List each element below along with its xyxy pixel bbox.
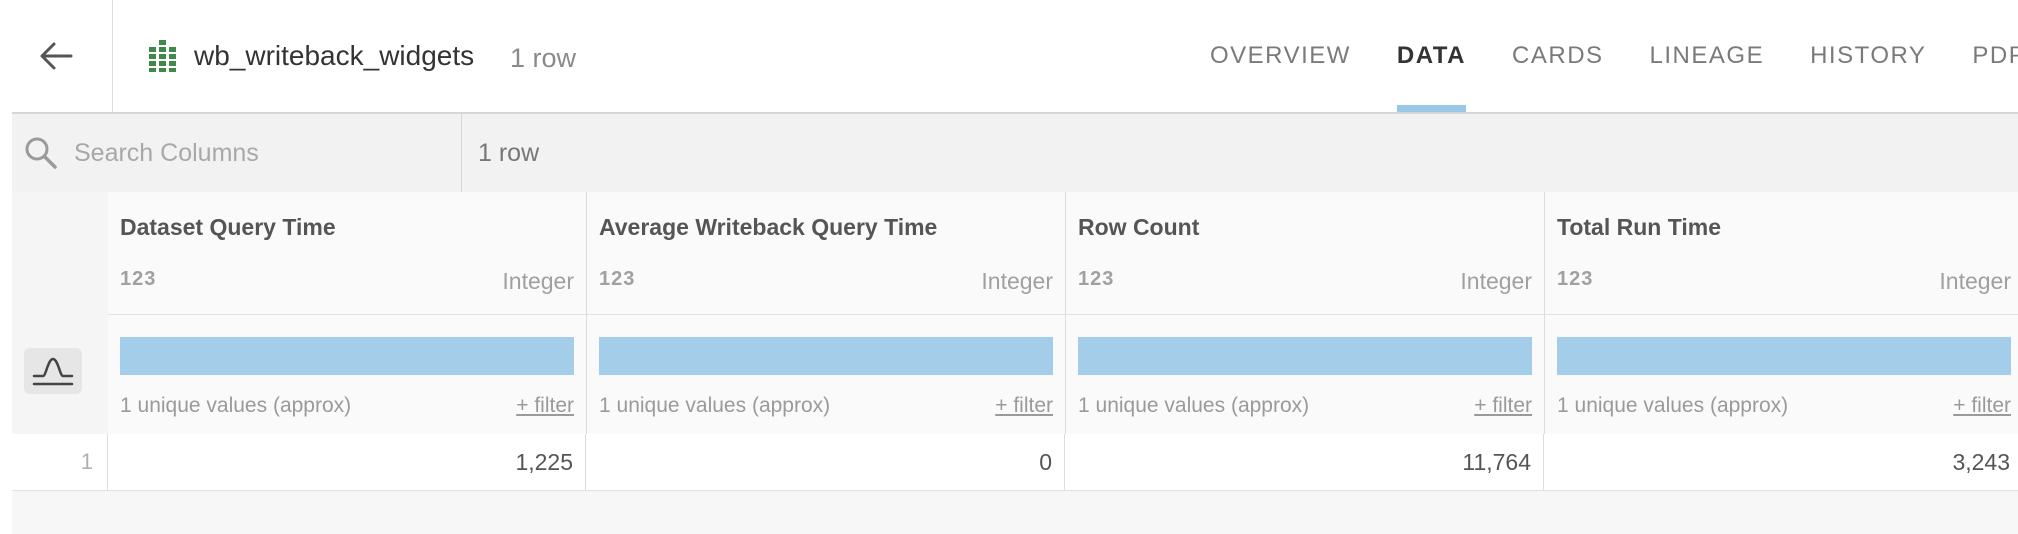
tab-cards[interactable]: CARDS xyxy=(1512,0,1604,112)
column-header-dataset-query-time: Dataset Query Time 123 Integer 1 unique … xyxy=(108,192,587,435)
distribution-toggle-button[interactable] xyxy=(24,348,82,394)
unique-values-label: 1 unique values (approx) xyxy=(1078,394,1310,417)
unique-values-label: 1 unique values (approx) xyxy=(120,394,352,417)
column-header-average-writeback-query-time: Average Writeback Query Time 123 Integer… xyxy=(587,192,1066,435)
divider xyxy=(1066,314,1544,315)
row-number: 1 xyxy=(12,434,108,490)
integer-type-icon: 123 xyxy=(1078,268,1115,290)
dataset-row-count: 1 row xyxy=(510,43,577,73)
column-header-row-count: Row Count 123 Integer 1 unique values (a… xyxy=(1066,192,1545,435)
empty-table-area xyxy=(12,491,2018,534)
table-cell[interactable]: 1,225 xyxy=(108,434,586,490)
search-columns-input[interactable] xyxy=(72,137,436,169)
column-name[interactable]: Average Writeback Query Time xyxy=(599,214,937,241)
data-toolbar: 1 row xyxy=(12,112,2018,194)
distribution-curve-icon xyxy=(32,357,74,386)
table-cell[interactable]: 0 xyxy=(587,434,1065,490)
tab-bar: OVERVIEW DATA CARDS LINEAGE HISTORY PDP xyxy=(1210,0,2018,112)
table-cell[interactable]: 3,243 xyxy=(1545,434,2018,490)
add-filter-link[interactable]: + filter xyxy=(1953,394,2011,418)
distribution-bar xyxy=(1557,337,2011,375)
tab-pdp[interactable]: PDP xyxy=(1972,0,2018,112)
distribution-bar xyxy=(1078,337,1532,375)
add-filter-link[interactable]: + filter xyxy=(516,394,574,418)
add-filter-link[interactable]: + filter xyxy=(1474,394,1532,418)
row-number-gutter xyxy=(12,192,109,435)
table-cell[interactable]: 11,764 xyxy=(1066,434,1544,490)
divider xyxy=(1545,314,2018,315)
arrow-left-icon xyxy=(40,42,73,70)
distribution-bar xyxy=(120,337,574,375)
integer-type-icon: 123 xyxy=(1557,268,1594,290)
dataset-header: wb_writeback_widgets 1 row OVERVIEW DATA… xyxy=(0,0,2018,112)
integer-type-icon: 123 xyxy=(599,268,636,290)
unique-values-label: 1 unique values (approx) xyxy=(1557,394,1789,417)
column-type: Integer xyxy=(1460,268,1532,294)
column-header-total-run-time: Total Run Time 123 Integer 1 unique valu… xyxy=(1545,192,2018,435)
dataset-name: wb_writeback_widgets xyxy=(194,40,475,71)
column-type: Integer xyxy=(1939,268,2011,294)
back-button[interactable] xyxy=(0,0,113,112)
tab-overview[interactable]: OVERVIEW xyxy=(1210,0,1351,112)
distribution-bar xyxy=(599,337,1053,375)
column-name[interactable]: Dataset Query Time xyxy=(120,214,336,241)
toolbar-row-count: 1 row xyxy=(478,139,540,167)
search-box xyxy=(12,114,462,192)
divider xyxy=(587,314,1065,315)
add-filter-link[interactable]: + filter xyxy=(995,394,1053,418)
tab-lineage[interactable]: LINEAGE xyxy=(1650,0,1765,112)
tab-data[interactable]: DATA xyxy=(1396,0,1467,112)
unique-values-label: 1 unique values (approx) xyxy=(599,394,831,417)
integer-type-icon: 123 xyxy=(120,268,157,290)
bar-chart-dataset-icon xyxy=(149,40,176,72)
search-icon xyxy=(25,137,57,169)
column-name[interactable]: Total Run Time xyxy=(1557,214,1721,241)
column-type: Integer xyxy=(502,268,574,294)
data-table: Dataset Query Time 123 Integer 1 unique … xyxy=(12,192,2018,534)
tab-history[interactable]: HISTORY xyxy=(1810,0,1926,112)
column-name[interactable]: Row Count xyxy=(1078,214,1199,241)
divider xyxy=(108,314,586,315)
column-type: Integer xyxy=(981,268,1053,294)
table-row[interactable]: 1 1,225 0 11,764 3,243 xyxy=(12,434,2018,491)
